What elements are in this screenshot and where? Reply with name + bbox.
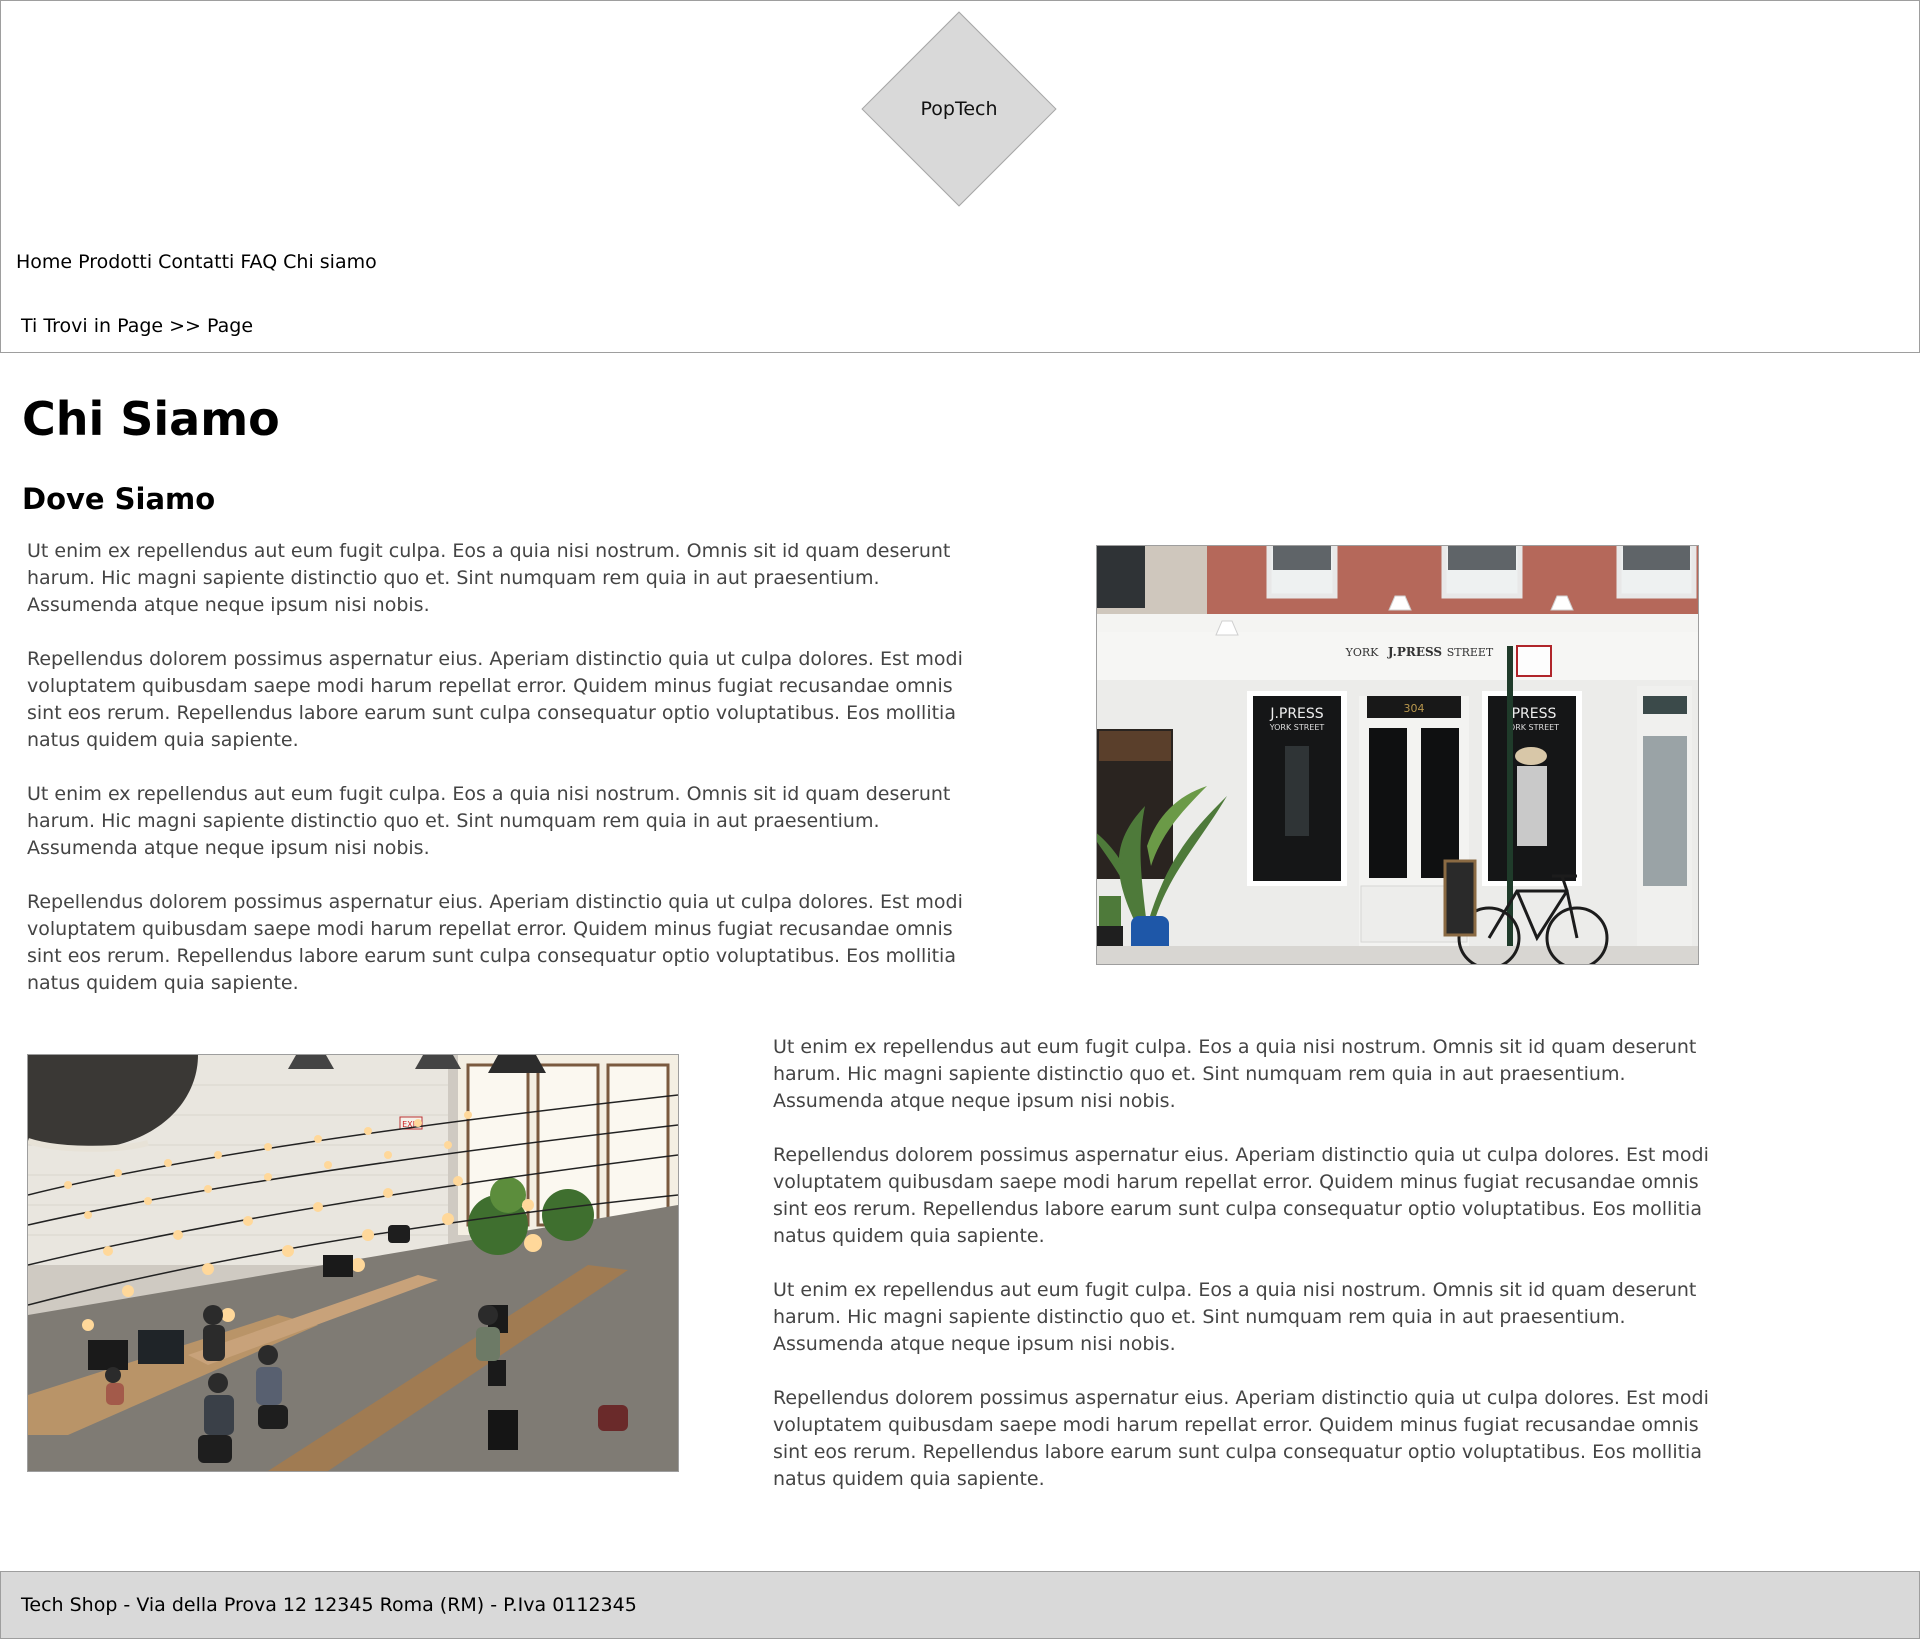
- paragraph: Repellendus dolorem possimus aspernatur …: [773, 1387, 1709, 1490]
- breadcrumb: Ti Trovi in Page >> Page: [0, 299, 1920, 353]
- nav-item-prodotti[interactable]: Prodotti: [78, 251, 152, 273]
- paragraph: Ut enim ex repellendus aut eum fugit cul…: [773, 1036, 1697, 1112]
- site-header: PopTech: [0, 0, 1920, 226]
- site-footer: Tech Shop - Via della Prova 12 12345 Rom…: [0, 1571, 1920, 1639]
- logo-text: PopTech: [920, 98, 998, 120]
- store-sign-logo: J.PRESS: [1387, 645, 1442, 659]
- page-title: Chi Siamo: [22, 392, 280, 446]
- store-front-image: YORK J.PRESS STREET J.PRESS YORK STREET …: [1096, 545, 1699, 965]
- paragraph: Repellendus dolorem possimus aspernatur …: [27, 648, 963, 751]
- window-left-sub: YORK STREET: [1269, 723, 1325, 732]
- window-right-sub: ORK STREET: [1509, 723, 1559, 732]
- breadcrumb-text: Ti Trovi in Page >> Page: [21, 314, 254, 337]
- paragraph: Repellendus dolorem possimus aspernatur …: [773, 1144, 1709, 1247]
- logo[interactable]: PopTech: [861, 11, 1057, 207]
- nav-item-faq[interactable]: FAQ: [240, 251, 277, 273]
- window-right-brand: PRESS: [1512, 706, 1557, 722]
- store-sign-right: STREET: [1447, 646, 1494, 659]
- door-number: 304: [1404, 702, 1425, 715]
- paragraph: Repellendus dolorem possimus aspernatur …: [27, 891, 963, 994]
- section-title: Dove Siamo: [22, 482, 216, 516]
- office-interior-image: EXIT: [27, 1054, 679, 1472]
- nav-item-chi-siamo[interactable]: Chi siamo: [283, 251, 377, 273]
- nav-item-home[interactable]: Home: [16, 251, 72, 273]
- paragraph: Ut enim ex repellendus aut eum fugit cul…: [27, 540, 951, 616]
- nav-item-contatti[interactable]: Contatti: [158, 251, 234, 273]
- window-left-brand: J.PRESS: [1269, 706, 1323, 722]
- text-block-bottom: Ut enim ex repellendus aut eum fugit cul…: [773, 1034, 1733, 1493]
- text-block-top: Ut enim ex repellendus aut eum fugit cul…: [27, 538, 987, 997]
- paragraph: Ut enim ex repellendus aut eum fugit cul…: [27, 783, 951, 859]
- paragraph: Ut enim ex repellendus aut eum fugit cul…: [773, 1279, 1697, 1355]
- footer-text: Tech Shop - Via della Prova 12 12345 Rom…: [21, 1594, 637, 1616]
- main-navigation: Home Prodotti Contatti FAQ Chi siamo: [0, 224, 1920, 300]
- store-sign-left: YORK: [1345, 646, 1380, 659]
